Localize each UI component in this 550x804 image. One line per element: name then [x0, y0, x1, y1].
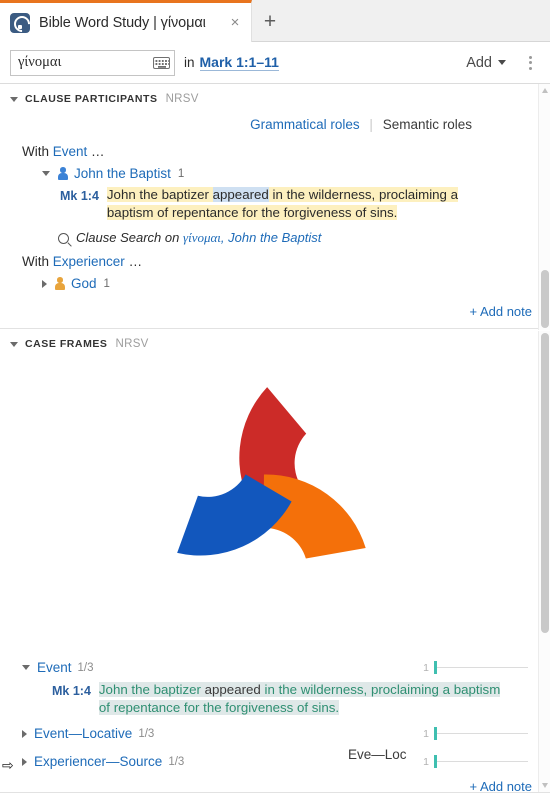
add-button-label: Add [466, 54, 492, 71]
clipped-row [0, 792, 550, 804]
search-input[interactable] [18, 54, 153, 71]
verse-reference[interactable]: Mk 1:4 [52, 681, 91, 716]
chevron-right-icon[interactable] [22, 729, 27, 738]
panel-title: CLAUSE PARTICIPANTS [25, 93, 158, 105]
group-heading-event: With Event … [0, 136, 550, 161]
chevron-down-icon[interactable] [10, 96, 18, 102]
case-frames-header[interactable]: CASE FRAMES NRSV [0, 329, 550, 356]
group-heading-prefix: With [22, 144, 53, 159]
frame-fraction: 1/3 [168, 755, 185, 768]
person-icon [54, 277, 65, 291]
scrollbar-thumb[interactable] [541, 333, 549, 633]
reference-link[interactable]: Mark 1:1–11 [199, 54, 279, 71]
frame-row-experiencer-source[interactable]: Experiencer—Source 1/3 1 [0, 750, 550, 773]
verse-row: Mk 1:4 John the baptizer appeared in the… [0, 679, 550, 716]
case-frames-scrollbar[interactable] [538, 331, 550, 792]
clause-search-target: , John the Baptist [220, 230, 322, 246]
chevron-right-icon[interactable] [22, 757, 27, 766]
logos-shield-icon [10, 12, 30, 33]
close-icon[interactable]: × [225, 13, 245, 33]
clause-participants-scrollbar[interactable] [538, 84, 550, 330]
frame-sparkline: 1 [423, 755, 528, 769]
scroll-up-icon[interactable] [542, 88, 548, 93]
clause-search-label[interactable]: Clause Search on γίνομαι, John the Bapti… [76, 230, 321, 246]
frame-label[interactable]: Event—Locative [34, 726, 132, 741]
search-input-wrapper[interactable] [10, 49, 175, 76]
clipped-row-text [0, 793, 550, 804]
frame-row-event[interactable]: Event 1/3 1 [0, 656, 550, 679]
sparkline-value: 1 [423, 661, 429, 674]
search-bar-actions: Add [466, 55, 540, 71]
chevron-down-icon[interactable] [22, 665, 30, 671]
tab-semantic-roles[interactable]: Semantic roles [383, 117, 472, 132]
search-bar: in Mark 1:1–11 Add [0, 42, 550, 84]
scroll-down-icon[interactable] [542, 783, 548, 788]
tab-bible-word-study[interactable]: Bible Word Study | γίνομαι × [0, 0, 252, 42]
sparkline-axis [434, 661, 528, 675]
kebab-menu-icon[interactable] [520, 55, 540, 70]
add-button[interactable]: Add [466, 55, 506, 71]
person-icon [57, 167, 68, 180]
participant-count: 1 [103, 277, 110, 290]
clause-search-lemma: γίνομαι [182, 230, 221, 246]
group-heading-prefix: With [22, 254, 53, 270]
tab-grammatical-roles[interactable]: Grammatical roles [250, 117, 360, 132]
participant-label[interactable]: John the Baptist [74, 166, 171, 181]
verse-segment: John the baptizer [106, 187, 213, 202]
frame-fraction: 1/3 [77, 661, 94, 674]
verse-text: John the baptizer appeared in the wilder… [98, 681, 504, 716]
verse-segment: John the baptizer [98, 682, 205, 698]
mouse-cursor: ⇨ [2, 757, 14, 773]
clause-search-link[interactable]: Clause Search on γίνομαι, John the Bapti… [0, 221, 550, 246]
tab-strip: Bible Word Study | γίνομαι × + [0, 0, 550, 42]
donut-svg [177, 387, 366, 559]
tab-title: Bible Word Study | γίνομαι [39, 14, 206, 31]
keyboard-icon[interactable] [153, 56, 170, 69]
group-heading-suffix: … [124, 254, 143, 270]
group-heading-role: Experiencer [52, 254, 125, 270]
verse-row: Mk 1:4 John the baptizer appeared in the… [0, 184, 550, 221]
frame-label[interactable]: Event [37, 660, 72, 675]
verse-reference[interactable]: Mk 1:4 [60, 186, 99, 221]
bible-version-label: NRSV [115, 338, 149, 351]
divider: | [369, 117, 373, 132]
chevron-right-icon[interactable] [42, 279, 47, 288]
participant-god[interactable]: God 1 [0, 271, 550, 294]
scrollbar-thumb[interactable] [541, 270, 549, 328]
frame-sparkline: 1 [423, 727, 528, 741]
role-toggle: Grammatical roles | Semantic roles [0, 111, 550, 136]
sparkline-value: 1 [423, 727, 429, 740]
case-frames-donut-chart: Eve—Loc Exp—Sou Eve γίνομαι be [0, 356, 550, 762]
frame-label[interactable]: Experiencer—Source [34, 754, 162, 769]
sparkline-value: 1 [423, 755, 429, 768]
case-frames-panel: CASE FRAMES NRSV Eve—Loc Exp—Sou Eve γίν… [0, 329, 550, 804]
add-note-button[interactable]: + Add note [0, 294, 550, 328]
verse-text: John the baptizer appeared in the wilder… [106, 186, 490, 221]
new-tab-button[interactable]: + [256, 8, 284, 36]
participant-john-the-baptist[interactable]: John the Baptist 1 [0, 161, 550, 184]
sparkline-axis [434, 727, 528, 741]
panel-title: CASE FRAMES [25, 338, 108, 351]
clause-participants-panel: CLAUSE PARTICIPANTS NRSV Grammatical rol… [0, 84, 550, 329]
frame-fraction: 1/3 [138, 727, 155, 740]
in-label: in [184, 55, 195, 70]
chevron-down-icon[interactable] [42, 171, 50, 176]
bible-version-label: NRSV [165, 93, 199, 105]
frame-row-event-locative[interactable]: Event—Locative 1/3 1 [0, 722, 550, 745]
sparkline-axis [434, 755, 528, 769]
group-heading-role: Event [52, 144, 88, 159]
bible-word-study-window: Bible Word Study | γίνομαι × + in Mark 1… [0, 0, 550, 804]
participant-count: 1 [177, 167, 185, 180]
participant-label[interactable]: God [71, 276, 97, 291]
clause-search-prefix: Clause Search on [76, 230, 183, 246]
group-heading-experiencer: With Experiencer … [0, 246, 550, 271]
chevron-down-icon[interactable] [10, 341, 18, 347]
group-heading-suffix: … [87, 144, 105, 159]
search-icon [58, 232, 69, 244]
chevron-down-icon [498, 60, 506, 65]
verse-segment-highlighted: appeared [204, 682, 261, 698]
frame-sparkline: 1 [423, 661, 528, 675]
clause-participants-header[interactable]: CLAUSE PARTICIPANTS NRSV [0, 84, 550, 111]
verse-segment-highlighted: appeared [212, 187, 269, 202]
